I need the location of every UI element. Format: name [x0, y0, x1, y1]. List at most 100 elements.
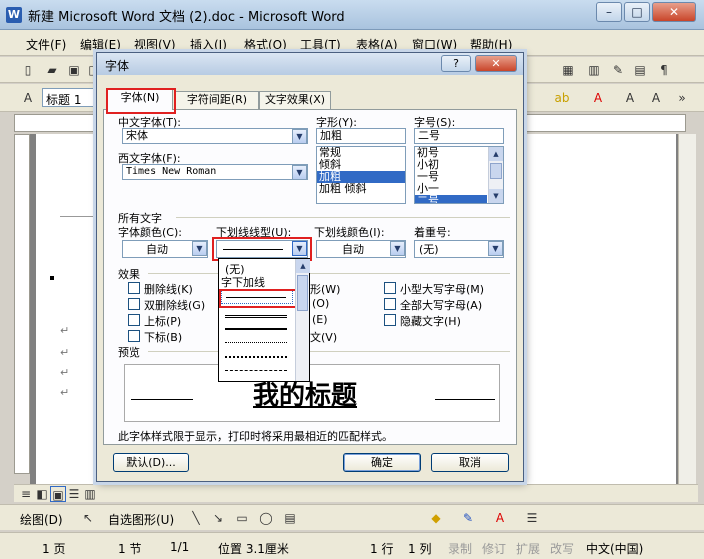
outline-view-icon[interactable]: ☰: [66, 486, 82, 502]
style-input[interactable]: 加粗: [316, 128, 406, 144]
save-icon[interactable]: ▣: [66, 62, 82, 78]
shrink-font-icon[interactable]: A: [648, 90, 664, 106]
document-map-icon[interactable]: ▤: [632, 62, 648, 78]
tab-text-effects[interactable]: 文字效果(X): [259, 91, 331, 109]
double-strikethrough-checkbox[interactable]: [128, 298, 140, 310]
hidden-text-checkbox[interactable]: [384, 314, 396, 326]
line-icon[interactable]: ╲: [188, 510, 204, 526]
toolbar-options-icon[interactable]: »: [674, 90, 690, 106]
close-button[interactable]: ✕: [652, 2, 696, 22]
table-icon[interactable]: ▦: [560, 62, 576, 78]
chevron-down-icon[interactable]: ▼: [192, 241, 207, 256]
rectangle-icon[interactable]: ▭: [234, 510, 250, 526]
style-dropdown[interactable]: 标题 1: [42, 88, 94, 107]
status-record[interactable]: 录制: [448, 540, 472, 557]
underline-type-list[interactable]: (无) 字下加线 ▲: [218, 258, 310, 382]
shadow-label[interactable]: 形(W): [310, 281, 340, 297]
menu-edit[interactable]: 编辑(E): [80, 36, 121, 53]
chevron-down-icon[interactable]: ▼: [292, 241, 307, 256]
reading-view-icon[interactable]: ▥: [82, 486, 98, 502]
fill-color-icon[interactable]: ◆: [428, 510, 444, 526]
scroll-down-icon[interactable]: ▼: [489, 189, 503, 203]
subscript-label[interactable]: 下标(B): [144, 329, 182, 345]
hidden-text-label[interactable]: 隐藏文字(H): [400, 313, 461, 329]
style-option[interactable]: 加粗 倾斜: [317, 183, 405, 195]
underline-option-double[interactable]: [225, 315, 287, 319]
size-option-selected[interactable]: 二号: [415, 195, 487, 203]
open-icon[interactable]: ▰: [44, 62, 60, 78]
underline-option-thick[interactable]: [225, 328, 287, 330]
scroll-thumb[interactable]: [490, 163, 502, 179]
outline-label[interactable]: (O): [312, 297, 329, 310]
ok-button[interactable]: 确定: [343, 453, 421, 472]
dialog-close-button[interactable]: ✕: [475, 55, 517, 72]
textbox-icon[interactable]: ▤: [282, 510, 298, 526]
menu-format[interactable]: 格式(O): [244, 36, 287, 53]
superscript-checkbox[interactable]: [128, 314, 140, 326]
size-input[interactable]: 二号: [414, 128, 504, 144]
size-scrollbar[interactable]: ▲ ▼: [488, 147, 503, 203]
chevron-down-icon[interactable]: ▼: [292, 165, 307, 180]
line-color-icon[interactable]: ✎: [460, 510, 476, 526]
all-caps-checkbox[interactable]: [384, 298, 396, 310]
menu-file[interactable]: 文件(F): [26, 36, 66, 53]
show-hide-icon[interactable]: ¶: [656, 62, 672, 78]
cn-font-dropdown[interactable]: 宋体: [122, 128, 308, 144]
styles-pane-icon[interactable]: A: [20, 90, 36, 106]
drawing-icon[interactable]: ✎: [610, 62, 626, 78]
menu-help[interactable]: 帮助(H): [470, 36, 512, 53]
select-objects-icon[interactable]: ↖: [80, 510, 96, 526]
chevron-down-icon[interactable]: ▼: [488, 241, 503, 256]
small-caps-label[interactable]: 小型大写字母(M): [400, 281, 484, 297]
small-caps-checkbox[interactable]: [384, 282, 396, 294]
cancel-button[interactable]: 取消: [431, 453, 509, 472]
underline-option-dashed[interactable]: [225, 370, 287, 371]
minimize-button[interactable]: –: [596, 2, 622, 22]
vertical-ruler[interactable]: [14, 134, 30, 474]
default-button[interactable]: 默认(D)...: [113, 453, 189, 472]
autoshapes-menu[interactable]: 自选图形(U): [108, 511, 174, 528]
chevron-down-icon[interactable]: ▼: [292, 129, 307, 144]
line-style-icon[interactable]: ☰: [524, 510, 540, 526]
strikethrough-checkbox[interactable]: [128, 282, 140, 294]
arrow-icon[interactable]: ↘: [210, 510, 226, 526]
status-extend[interactable]: 扩展: [516, 540, 540, 557]
drawing-font-color-icon[interactable]: A: [492, 510, 508, 526]
vertical-scrollbar[interactable]: [678, 134, 696, 484]
underline-option-words-only[interactable]: 字下加线: [221, 274, 265, 290]
chevron-down-icon[interactable]: ▼: [390, 241, 405, 256]
menu-insert[interactable]: 插入(I): [190, 36, 227, 53]
oval-icon[interactable]: ◯: [258, 510, 274, 526]
menu-tools[interactable]: 工具(T): [300, 36, 341, 53]
tab-character-spacing[interactable]: 字符间距(R): [175, 91, 259, 109]
print-view-icon[interactable]: ▣: [50, 486, 66, 502]
underline-option-thick-dotted[interactable]: [225, 356, 287, 358]
scroll-thumb[interactable]: [297, 275, 308, 311]
strikethrough-label[interactable]: 删除线(K): [144, 281, 193, 297]
west-font-dropdown[interactable]: Times New Roman: [122, 164, 308, 180]
web-view-icon[interactable]: ◧: [34, 486, 50, 502]
draw-menu[interactable]: 绘图(D): [20, 511, 63, 528]
all-caps-label[interactable]: 全部大写字母(A): [400, 297, 482, 313]
engrave-label[interactable]: 文(V): [310, 329, 337, 345]
maximize-button[interactable]: □: [624, 2, 650, 22]
double-strikethrough-label[interactable]: 双删除线(G): [144, 297, 205, 313]
highlight-icon[interactable]: ab: [554, 90, 570, 106]
emboss-label[interactable]: (E): [312, 313, 328, 326]
style-listbox[interactable]: 常规 倾斜 加粗 加粗 倾斜: [316, 146, 406, 204]
menu-table[interactable]: 表格(A): [356, 36, 398, 53]
scroll-up-icon[interactable]: ▲: [489, 147, 503, 161]
menu-view[interactable]: 视图(V): [134, 36, 176, 53]
subscript-checkbox[interactable]: [128, 330, 140, 342]
status-track[interactable]: 修订: [482, 540, 506, 557]
font-color-icon[interactable]: A: [590, 90, 606, 106]
superscript-label[interactable]: 上标(P): [144, 313, 181, 329]
menu-window[interactable]: 窗口(W): [412, 36, 457, 53]
help-button[interactable]: ?: [441, 55, 471, 72]
normal-view-icon[interactable]: ≡: [18, 486, 34, 502]
columns-icon[interactable]: ▥: [586, 62, 602, 78]
underline-option-dotted[interactable]: [225, 342, 287, 343]
status-overtype[interactable]: 改写: [550, 540, 574, 557]
scroll-up-icon[interactable]: ▲: [296, 259, 310, 273]
underline-list-scrollbar[interactable]: ▲: [295, 259, 310, 381]
